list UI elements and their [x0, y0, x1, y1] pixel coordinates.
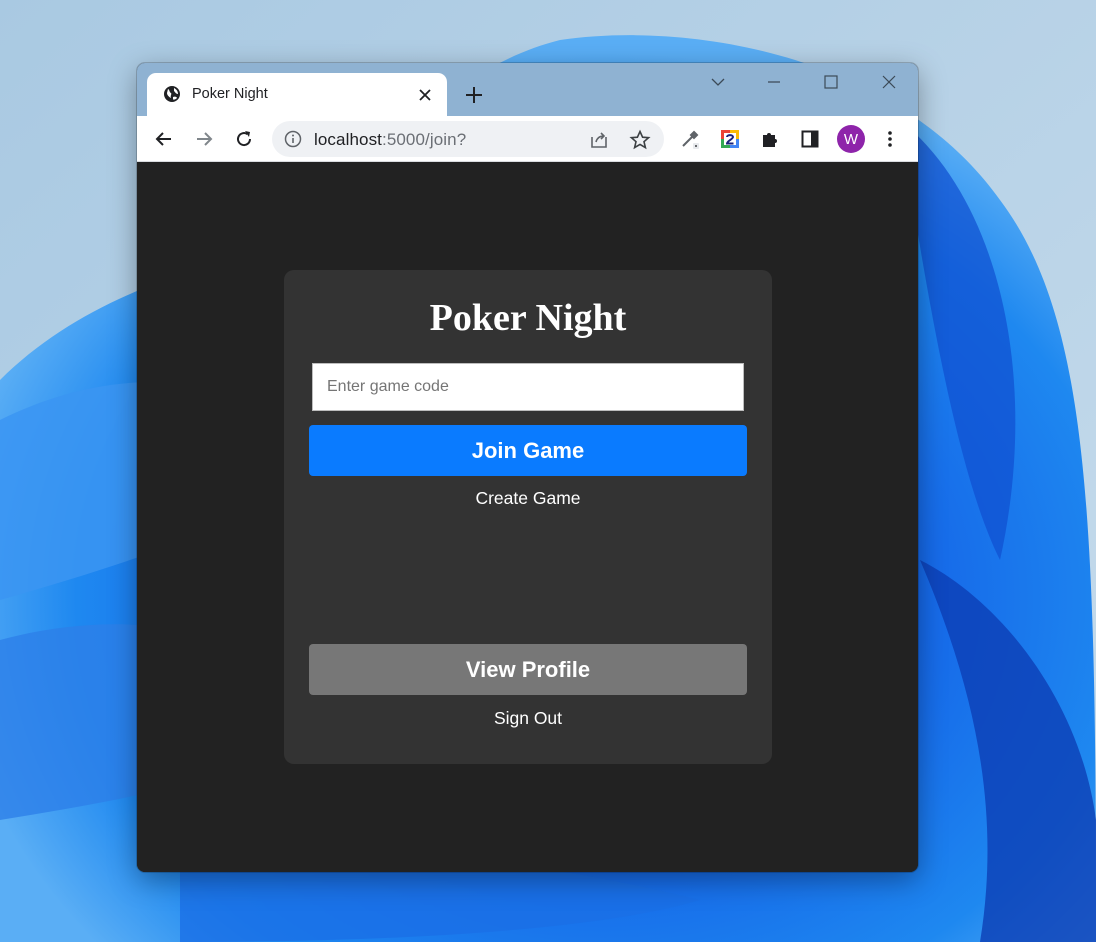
sign-out-link[interactable]: Sign Out	[284, 708, 772, 729]
puzzle-icon[interactable]	[758, 127, 782, 151]
globe-icon	[164, 86, 180, 102]
tab-title: Poker Night	[192, 86, 268, 102]
eyedropper-icon[interactable]	[678, 127, 702, 151]
page-title: Poker Night	[429, 297, 627, 339]
close-icon[interactable]	[415, 85, 435, 105]
minimize-icon[interactable]	[763, 71, 785, 93]
new-tab-icon[interactable]	[462, 83, 486, 107]
forward-icon[interactable]	[192, 127, 216, 151]
window-close-icon[interactable]	[878, 71, 900, 93]
extension-2-icon[interactable]	[721, 130, 739, 148]
game-code-input[interactable]	[312, 363, 744, 411]
profile-avatar[interactable]: W	[837, 125, 865, 153]
tab-poker-night[interactable]: Poker Night	[147, 73, 447, 116]
create-game-link[interactable]: Create Game	[284, 488, 772, 509]
url-path: :5000/join?	[382, 130, 467, 149]
back-icon[interactable]	[152, 127, 176, 151]
tab-search-icon[interactable]	[707, 71, 729, 93]
tab-strip: Poker Night	[137, 63, 918, 116]
url-text: localhost:5000/join?	[314, 130, 466, 150]
reload-icon[interactable]	[232, 127, 256, 151]
view-profile-button[interactable]: View Profile	[309, 644, 747, 695]
bookmark-star-icon[interactable]	[629, 129, 651, 151]
address-bar[interactable]: localhost:5000/join?	[272, 121, 664, 157]
url-host: localhost	[314, 130, 382, 149]
info-icon[interactable]	[284, 130, 302, 148]
browser-toolbar: localhost:5000/join? W	[137, 116, 918, 162]
maximize-icon[interactable]	[820, 71, 842, 93]
join-card: Poker Night Join Game Create Game View P…	[284, 270, 772, 764]
share-icon[interactable]	[588, 129, 610, 151]
join-game-button[interactable]: Join Game	[309, 425, 747, 476]
sidepanel-icon[interactable]	[798, 127, 822, 151]
kebab-menu-icon[interactable]	[878, 127, 902, 151]
browser-window: Poker Night localhost:5000/join? W Poker…	[137, 63, 918, 872]
page-viewport: Poker Night Join Game Create Game View P…	[137, 162, 918, 872]
